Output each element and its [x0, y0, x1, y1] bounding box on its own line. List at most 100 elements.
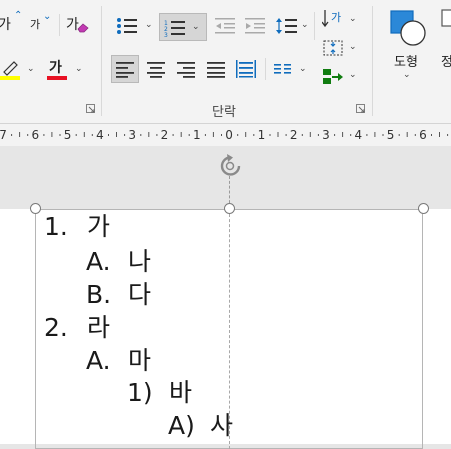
justify-button[interactable]: [202, 55, 230, 83]
shrink-font-glyph: 가: [30, 18, 41, 31]
justify-icon: [207, 62, 225, 78]
ruler-tick-mark: [334, 134, 336, 136]
ruler-tick-mark: [124, 134, 126, 136]
align-right-icon: [177, 62, 195, 78]
convert-smartart-button[interactable]: [320, 64, 346, 88]
resize-handle-top-left[interactable]: [30, 203, 41, 214]
highlight-color-button[interactable]: [0, 56, 26, 82]
align-text-icon: [323, 40, 343, 56]
list-marker: A.: [86, 346, 111, 375]
shrink-font-button[interactable]: 가 ⌄: [30, 10, 56, 36]
list-marker: 2.: [44, 313, 68, 342]
ruler-tick-label: 1: [193, 128, 201, 142]
ruler-tick-mark: [19, 132, 21, 137]
ruler-tick-mark: [269, 134, 271, 136]
grow-font-button[interactable]: 가 ⌃: [0, 10, 26, 36]
list-marker: 1): [127, 378, 153, 407]
text-direction-button[interactable]: 가: [321, 8, 347, 32]
ruler-tick-label: 4: [354, 128, 362, 142]
ruler-tick-mark: [309, 132, 311, 137]
grow-font-glyph: 가: [0, 17, 11, 33]
ruler-tick-mark: [27, 134, 29, 136]
numbering-button[interactable]: 1 2 3 ⌄: [159, 13, 207, 41]
chevron-down-icon[interactable]: ⌄: [299, 64, 307, 74]
chevron-down-icon[interactable]: ⌄: [349, 70, 357, 80]
ruler-tick-label: 2: [161, 128, 169, 142]
align-left-button[interactable]: [111, 55, 139, 83]
ruler-tick-label: 3: [128, 128, 136, 142]
font-color-swatch: [47, 76, 67, 80]
line-spacing-button[interactable]: [273, 12, 299, 40]
distributed-button[interactable]: [232, 55, 260, 83]
ruler-tick-mark: [414, 134, 416, 136]
columns-icon: [274, 64, 291, 74]
clear-formatting-button[interactable]: 가: [63, 10, 89, 36]
font-dialog-launcher-icon[interactable]: [86, 104, 96, 114]
ruler-tick-mark: [180, 132, 182, 137]
ruler-tick-mark: [431, 134, 432, 136]
arrange-label: 정: [441, 55, 451, 70]
chevron-down-icon[interactable]: ⌄: [301, 20, 309, 30]
ruler-tick-mark: [148, 132, 150, 137]
list-text: 사: [210, 411, 234, 440]
chevron-down-icon[interactable]: ⌄: [145, 20, 153, 30]
ruler-tick-mark: [188, 134, 190, 136]
ruler-tick-mark: [140, 134, 142, 136]
ruler-tick-mark: [301, 134, 303, 136]
slide-canvas[interactable]: 1. 가 A. 나 B. 다 2. 라 A. 마 1) 바 A) 사: [0, 203, 451, 449]
chevron-down-icon[interactable]: ⌄: [349, 14, 357, 24]
ruler-tick-label: 5: [387, 128, 395, 142]
ruler-tick-mark: [245, 132, 247, 137]
list-text: 마: [128, 346, 152, 375]
align-right-button[interactable]: [172, 55, 200, 83]
ruler-tick-mark: [156, 134, 158, 136]
ruler-tick-mark: [212, 132, 214, 137]
ruler-tick-mark: [43, 134, 45, 136]
ruler-tick-mark: [366, 134, 368, 136]
list-marker: 1.: [44, 212, 68, 241]
increase-indent-button[interactable]: [242, 12, 268, 40]
ruler-tick-label: 3: [322, 128, 330, 142]
line-spacing-icon: [276, 18, 297, 34]
chevron-down-icon[interactable]: ⌄: [27, 64, 35, 74]
ruler-ticks: 7 6 5 4 3 2 1 0 1 2 3 4 5 6: [0, 128, 449, 142]
bullets-button[interactable]: [112, 12, 142, 40]
slide-editing-area[interactable]: 1. 가 A. 나 B. 다 2. 라 A. 마 1) 바 A) 사: [0, 146, 451, 449]
eraser-icon: [77, 23, 89, 33]
ruler-tick-mark: [342, 132, 344, 137]
list-text: 다: [128, 280, 152, 309]
rotate-handle-icon[interactable]: [217, 154, 245, 184]
shapes-button[interactable]: 도형 ⌄: [381, 6, 433, 88]
ruler-tick-mark: [51, 132, 53, 137]
decrease-indent-button[interactable]: [212, 12, 238, 40]
ruler-tick-label: 1: [258, 128, 266, 142]
ruler-tick-mark: [83, 132, 85, 137]
chevron-down-icon[interactable]: ⌄: [75, 64, 83, 74]
list-text: 라: [87, 313, 111, 342]
ruler-tick-label: 5: [64, 128, 72, 142]
align-center-button[interactable]: [142, 55, 170, 83]
chevron-down-icon[interactable]: ⌄: [192, 22, 200, 32]
ruler-tick-mark: [108, 134, 109, 136]
chevron-down-icon[interactable]: ⌄: [349, 42, 357, 52]
ruler-tick-mark: [172, 134, 174, 136]
list-text: 가: [87, 212, 111, 241]
horizontal-ruler[interactable]: 7 6 5 4 3 2 1 0 1 2 3 4 5 6: [0, 124, 451, 146]
font-color-glyph: 가: [49, 60, 62, 76]
resize-handle-top-center[interactable]: [224, 203, 235, 214]
ruler-tick-mark: [398, 134, 400, 136]
ruler-tick-label: 0: [225, 128, 233, 142]
resize-handle-top-right[interactable]: [418, 203, 429, 214]
list-marker: B.: [86, 280, 112, 309]
font-color-button[interactable]: 가: [44, 56, 70, 82]
shapes-label: 도형: [394, 55, 418, 70]
ruler-tick-label: 6: [31, 128, 39, 142]
ruler-tick-label: 2: [290, 128, 298, 142]
ruler-tick-mark: [447, 134, 449, 136]
arrange-icon: [441, 9, 451, 27]
align-text-button[interactable]: [320, 36, 346, 60]
list-text: 나: [128, 247, 152, 276]
columns-button[interactable]: [270, 55, 296, 83]
arrange-button[interactable]: 정: [438, 6, 451, 88]
paragraph-dialog-launcher-icon[interactable]: [356, 104, 366, 114]
